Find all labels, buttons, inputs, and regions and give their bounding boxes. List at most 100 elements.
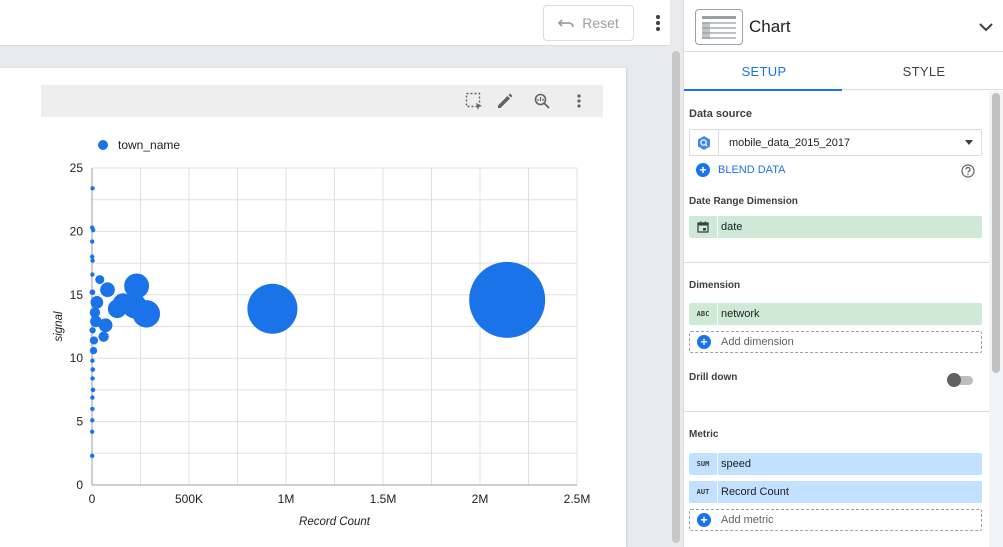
chevron-down-icon[interactable] <box>976 17 996 37</box>
section-divider <box>684 262 989 263</box>
chart-type-icon[interactable] <box>695 9 743 45</box>
data-point <box>89 254 95 259</box>
data-point <box>98 331 109 342</box>
panel-scrollbar-thumb[interactable] <box>992 93 1000 373</box>
tab-setup-label: SETUP <box>741 63 787 79</box>
data-source-name: mobile_data_2015_2017 <box>729 137 851 149</box>
data-point <box>89 327 96 334</box>
data-source-label: Data source <box>689 108 752 120</box>
y-tick-label: 15 <box>70 288 84 302</box>
help-icon[interactable] <box>961 164 975 178</box>
canvas-scrollbar[interactable] <box>670 47 682 547</box>
data-point <box>90 296 104 309</box>
x-tick-label: 2M <box>472 492 489 506</box>
data-point <box>89 307 101 318</box>
y-axis-title: signal <box>53 311 65 341</box>
metric-label: Metric <box>689 429 719 440</box>
data-point <box>89 429 95 434</box>
data-point <box>100 282 115 298</box>
blend-data-button[interactable]: + BLEND DATA <box>696 163 785 177</box>
y-tick-label: 25 <box>70 161 84 175</box>
metric-field-chip[interactable]: SUM speed <box>689 453 982 475</box>
setup-panel-body: Data source mobile_data_2015_2017 + BLEN… <box>684 91 989 547</box>
metric-aggregation-badge: SUM <box>689 453 718 475</box>
metric-aggregation-badge: AUT <box>689 481 718 503</box>
dimension-label: Dimension <box>689 280 741 291</box>
app: Reset town_name 0 500K 1M 1.5M 2M 2.5M 0… <box>0 0 1003 547</box>
x-tick-label: 0 <box>89 492 96 506</box>
panel-header: Chart <box>684 0 1003 52</box>
dimension-type-badge: ABC <box>689 303 718 325</box>
data-point <box>89 225 95 230</box>
y-tick-label: 20 <box>70 224 84 238</box>
add-metric-label: Add metric <box>721 514 774 526</box>
add-circle-icon: + <box>697 335 711 349</box>
top-toolbar: Reset <box>0 0 670 46</box>
y-tick-label: 0 <box>76 478 83 492</box>
toggle-knob <box>947 373 961 387</box>
data-point <box>107 299 127 319</box>
section-divider <box>684 411 989 412</box>
blend-data-label: BLEND DATA <box>718 164 786 176</box>
metric-field-chip[interactable]: AUT Record Count <box>689 481 982 503</box>
drill-down-toggle[interactable] <box>947 373 973 387</box>
tab-style-label: STYLE <box>902 63 946 79</box>
x-tick-label: 1M <box>278 492 295 506</box>
data-point <box>89 289 96 296</box>
x-tick-label: 1.5M <box>370 492 397 506</box>
dimension-field-chip[interactable]: ABC network <box>689 303 982 325</box>
date-range-field-name: date <box>721 221 743 233</box>
data-point <box>90 258 95 263</box>
report-canvas[interactable]: town_name 0 500K 1M 1.5M 2M 2.5M 0 5 10 15 20 25 Rec… <box>0 47 670 547</box>
data-point <box>89 346 98 355</box>
date-range-label: Date Range Dimension <box>689 196 798 207</box>
x-tick-label: 2.5M <box>564 492 591 506</box>
add-dimension-label: Add dimension <box>721 336 794 348</box>
tab-setup[interactable]: SETUP <box>684 52 844 91</box>
add-circle-icon: + <box>696 163 710 177</box>
canvas-scrollbar-thumb[interactable] <box>672 51 680 543</box>
data-point <box>89 453 95 459</box>
data-point <box>90 358 95 363</box>
metric-field-name: Record Count <box>721 486 789 498</box>
reset-label: Reset <box>582 15 619 31</box>
data-point <box>90 387 96 393</box>
dropdown-caret-icon <box>965 140 973 145</box>
bigquery-icon <box>690 130 719 155</box>
undo-icon <box>558 19 575 28</box>
tab-style[interactable]: STYLE <box>844 52 1003 90</box>
date-range-field-chip[interactable]: date <box>689 216 982 238</box>
x-axis-title: Record Count <box>299 516 371 528</box>
data-point <box>95 275 105 285</box>
properties-panel: Chart SETUP STYLE Data source mobile_dat… <box>683 0 1003 547</box>
scatter-chart: 0 500K 1M 1.5M 2M 2.5M 0 5 10 15 20 25 Record Count s… <box>53 161 591 528</box>
panel-title: Chart <box>749 17 791 36</box>
reset-button[interactable]: Reset <box>543 5 634 41</box>
data-point <box>89 336 99 345</box>
metric-field-name: speed <box>721 458 751 470</box>
add-circle-icon: + <box>697 513 711 527</box>
data-point <box>90 418 95 423</box>
data-point <box>90 395 95 400</box>
data-point <box>90 367 96 372</box>
panel-scrollbar[interactable] <box>989 91 1003 547</box>
data-source-select[interactable]: mobile_data_2015_2017 <box>689 129 982 156</box>
drill-down-label: Drill down <box>689 372 738 383</box>
data-point <box>89 239 95 244</box>
calendar-icon <box>689 216 718 238</box>
data-point <box>90 186 95 191</box>
panel-tabs: SETUP STYLE <box>684 52 1003 91</box>
data-point <box>247 283 298 334</box>
x-tick-label: 500K <box>175 492 203 506</box>
report-page: town_name 0 500K 1M 1.5M 2M 2.5M 0 5 10 15 20 25 Rec… <box>0 68 626 547</box>
data-point <box>469 261 546 338</box>
y-tick-label: 5 <box>76 415 83 429</box>
add-dimension-button[interactable]: + Add dimension <box>689 331 982 353</box>
data-point <box>90 406 95 412</box>
dimension-field-name: network <box>721 308 760 320</box>
y-tick-label: 10 <box>70 351 84 365</box>
add-metric-button[interactable]: + Add metric <box>689 509 982 531</box>
more-options-icon[interactable] <box>648 12 668 34</box>
data-point <box>90 376 95 381</box>
data-point <box>90 272 95 277</box>
